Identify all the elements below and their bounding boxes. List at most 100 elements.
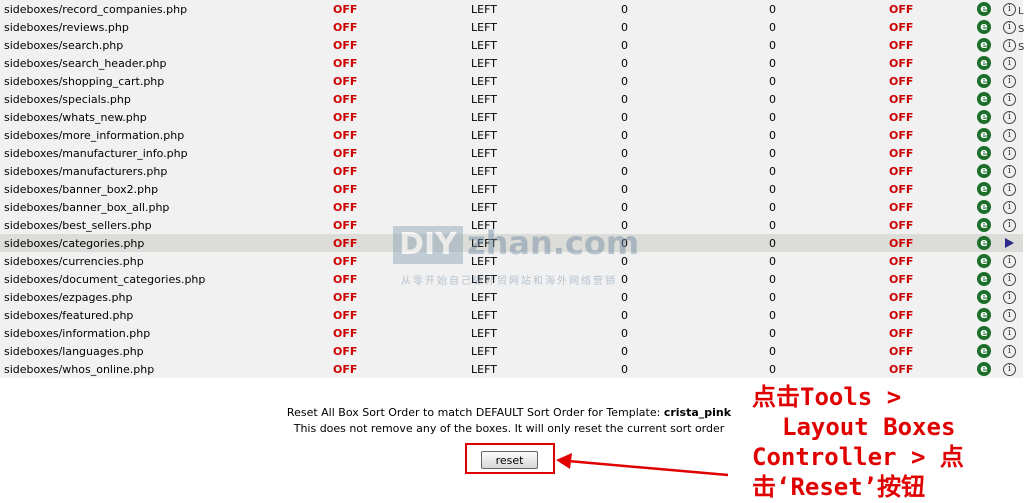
box-file-name: sideboxes/whos_online.php bbox=[0, 360, 333, 378]
box-actions: ei bbox=[977, 198, 1023, 216]
box-single-status: OFF bbox=[889, 324, 977, 342]
box-status: OFF bbox=[333, 72, 471, 90]
edit-icon[interactable]: e bbox=[977, 20, 991, 34]
info-icon[interactable]: i bbox=[1003, 290, 1016, 304]
box-file-name: sideboxes/shopping_cart.php bbox=[0, 72, 333, 90]
table-row[interactable]: sideboxes/whos_online.php OFF LEFT 0 0 OFF e i bbox=[0, 360, 1023, 378]
box-column: LEFT bbox=[471, 90, 621, 108]
box-left-sort-order: 0 bbox=[621, 324, 769, 342]
info-icon[interactable]: i bbox=[1003, 272, 1016, 286]
table-row[interactable]: sideboxes/search_header.php OFF LEFT 0 0 OFF e… bbox=[0, 54, 1023, 72]
table-row[interactable]: sideboxes/manufacturers.php OFF LEFT 0 0 OFF e… bbox=[0, 162, 1023, 180]
box-left-sort-order: 0 bbox=[621, 162, 769, 180]
table-row[interactable]: sideboxes/banner_box_all.php OFF LEFT 0 0 OFF… bbox=[0, 198, 1023, 216]
table-row[interactable]: sideboxes/banner_box2.php OFF LEFT 0 0 OFF e i bbox=[0, 180, 1023, 198]
edit-icon[interactable]: e bbox=[977, 2, 991, 16]
reset-description-prefix: Reset All Box Sort Order to match DEFAUL… bbox=[286, 406, 661, 419]
info-icon[interactable]: i bbox=[1003, 56, 1016, 70]
info-icon[interactable]: i bbox=[1003, 218, 1016, 232]
box-file-name: sideboxes/banner_box2.php bbox=[0, 180, 333, 198]
box-left-sort-order: 0 bbox=[621, 342, 769, 360]
edit-icon[interactable]: e bbox=[977, 326, 991, 340]
info-icon[interactable]: i bbox=[1003, 74, 1016, 88]
edit-icon[interactable]: e bbox=[977, 218, 991, 232]
edit-icon[interactable]: e bbox=[977, 200, 991, 214]
edit-icon[interactable]: e bbox=[977, 308, 991, 322]
table-row[interactable]: sideboxes/information.php OFF LEFT 0 0 OFF e i bbox=[0, 324, 1023, 342]
box-right-sort-order: 0 bbox=[769, 108, 889, 126]
box-single-status: OFF bbox=[889, 18, 977, 36]
info-icon[interactable]: i bbox=[1003, 362, 1016, 376]
edit-icon[interactable]: e bbox=[977, 290, 991, 304]
info-icon[interactable]: i bbox=[1003, 164, 1016, 178]
box-right-sort-order: 0 bbox=[769, 252, 889, 270]
box-column: LEFT bbox=[471, 0, 621, 18]
info-icon[interactable]: i bbox=[1003, 110, 1016, 124]
edit-icon[interactable]: e bbox=[977, 146, 991, 160]
info-icon[interactable]: i bbox=[1003, 128, 1016, 142]
box-left-sort-order: 0 bbox=[621, 72, 769, 90]
table-row[interactable]: sideboxes/languages.php OFF LEFT 0 0 OFF e i bbox=[0, 342, 1023, 360]
edit-icon[interactable]: e bbox=[977, 182, 991, 196]
info-icon[interactable]: i bbox=[1003, 146, 1016, 160]
table-row[interactable]: sideboxes/more_information.php OFF LEFT 0 0 O… bbox=[0, 126, 1023, 144]
edit-icon[interactable]: e bbox=[977, 344, 991, 358]
watermark: DIY zhan.com 从零开始自己做外贸网站和海外网络营销 bbox=[393, 222, 639, 287]
table-row[interactable]: sideboxes/manufacturer_info.php OFF LEFT 0 0… bbox=[0, 144, 1023, 162]
edit-icon[interactable]: e bbox=[977, 164, 991, 178]
box-single-status: OFF bbox=[889, 288, 977, 306]
table-row[interactable]: sideboxes/featured.php OFF LEFT 0 0 OFF e i bbox=[0, 306, 1023, 324]
box-right-sort-order: 0 bbox=[769, 306, 889, 324]
info-icon[interactable]: i bbox=[1003, 182, 1016, 196]
box-single-status: OFF bbox=[889, 126, 977, 144]
box-right-sort-order: 0 bbox=[769, 36, 889, 54]
info-icon[interactable]: i bbox=[1003, 2, 1016, 16]
edit-icon[interactable]: e bbox=[977, 254, 991, 268]
table-row[interactable]: sideboxes/specials.php OFF LEFT 0 0 OFF e i bbox=[0, 90, 1023, 108]
box-left-sort-order: 0 bbox=[621, 90, 769, 108]
table-row[interactable]: sideboxes/record_companies.php OFF LEFT 0 0 O… bbox=[0, 0, 1023, 18]
info-icon[interactable]: i bbox=[1003, 326, 1016, 340]
box-single-status: OFF bbox=[889, 36, 977, 54]
box-single-status: OFF bbox=[889, 306, 977, 324]
box-column: LEFT bbox=[471, 126, 621, 144]
box-file-name: sideboxes/ezpages.php bbox=[0, 288, 333, 306]
box-column: LEFT bbox=[471, 342, 621, 360]
edit-icon[interactable]: e bbox=[977, 38, 991, 52]
box-column: LEFT bbox=[471, 198, 621, 216]
info-icon[interactable]: i bbox=[1003, 92, 1016, 106]
table-row[interactable]: sideboxes/ezpages.php OFF LEFT 0 0 OFF e i bbox=[0, 288, 1023, 306]
box-actions: ei bbox=[977, 288, 1023, 306]
edit-icon[interactable]: e bbox=[977, 92, 991, 106]
table-row[interactable]: sideboxes/whats_new.php OFF LEFT 0 0 OFF e i bbox=[0, 108, 1023, 126]
info-icon[interactable]: i bbox=[1003, 20, 1016, 34]
table-row[interactable]: sideboxes/reviews.php OFF LEFT 0 0 OFF e i bbox=[0, 18, 1023, 36]
box-left-sort-order: 0 bbox=[621, 288, 769, 306]
box-file-name: sideboxes/record_companies.php bbox=[0, 0, 333, 18]
edit-icon[interactable]: e bbox=[977, 74, 991, 88]
info-icon[interactable]: i bbox=[1003, 200, 1016, 214]
reset-button[interactable]: reset bbox=[481, 451, 538, 469]
edit-icon[interactable]: e bbox=[977, 128, 991, 142]
edit-icon[interactable]: e bbox=[977, 110, 991, 124]
box-single-status: OFF bbox=[889, 198, 977, 216]
edit-icon[interactable]: e bbox=[977, 272, 991, 286]
box-file-name: sideboxes/featured.php bbox=[0, 306, 333, 324]
info-icon[interactable]: i bbox=[1003, 38, 1016, 52]
box-column: LEFT bbox=[471, 144, 621, 162]
box-single-status: OFF bbox=[889, 216, 977, 234]
box-left-sort-order: 0 bbox=[621, 144, 769, 162]
info-icon[interactable]: i bbox=[1003, 308, 1016, 322]
box-left-sort-order: 0 bbox=[621, 108, 769, 126]
info-icon[interactable]: i bbox=[1003, 344, 1016, 358]
box-status: OFF bbox=[333, 324, 471, 342]
table-row[interactable]: sideboxes/shopping_cart.php OFF LEFT 0 0 OFF e… bbox=[0, 72, 1023, 90]
box-right-sort-order: 0 bbox=[769, 126, 889, 144]
table-row[interactable]: sideboxes/search.php OFF LEFT 0 0 OFF e i bbox=[0, 36, 1023, 54]
info-icon[interactable]: i bbox=[1003, 254, 1016, 268]
edit-icon[interactable]: e bbox=[977, 56, 991, 70]
layout-boxes-table: sideboxes/record_companies.php OFF LEFT 0 0 O… bbox=[0, 0, 1023, 378]
edit-icon[interactable]: e bbox=[977, 236, 991, 250]
box-left-sort-order: 0 bbox=[621, 270, 769, 288]
edit-icon[interactable]: e bbox=[977, 362, 991, 376]
